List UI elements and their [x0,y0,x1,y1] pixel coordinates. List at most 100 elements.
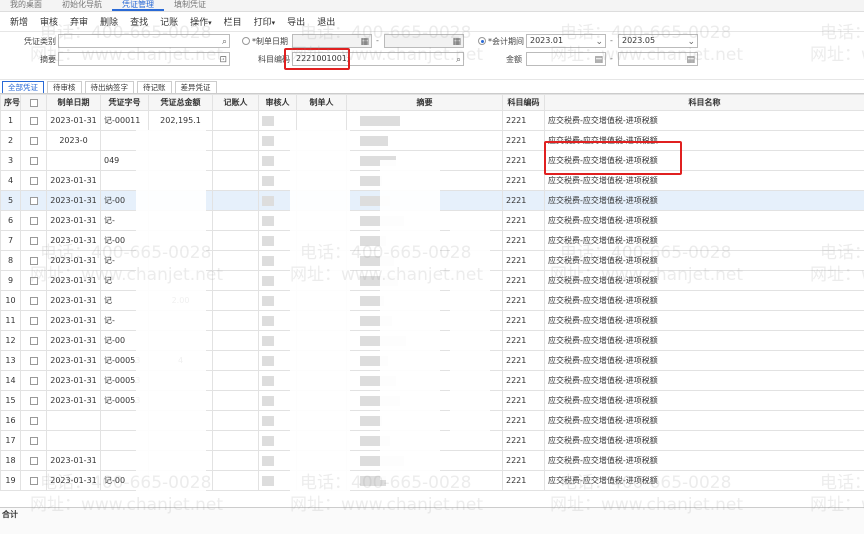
row-checkbox[interactable] [29,116,38,125]
table-row[interactable]: 19 2023-01-31 记-00 2221 应交税费-应交增值税-进项税额 [0,470,864,491]
row-number: 11 [0,310,21,331]
period-radio[interactable] [478,37,486,45]
row-checkbox[interactable] [29,476,38,485]
toolbar-button-9[interactable]: 导出 [281,15,311,28]
calculator-icon[interactable]: ▤ [686,54,695,66]
row-checkbox[interactable] [29,276,38,285]
column-header[interactable]: 凭证字号 [100,94,149,111]
toolbar-button-4[interactable]: 查找 [124,15,154,28]
toolbar-button-0[interactable]: 新增 [4,15,34,28]
tab-3[interactable]: 填制凭证 [164,0,216,11]
period-to-select[interactable]: 2023.05 ⌄ [618,34,698,48]
make-date-radio[interactable] [242,37,250,45]
column-header[interactable]: 记账人 [212,94,259,111]
summary-input[interactable]: ⊡ [58,52,230,66]
amount-from-input[interactable]: ▤ [526,52,606,66]
bookkeeper-cell [212,210,259,231]
table-row[interactable]: 5 2023-01-31 记-00 2221 应交税费-应交增值税-进项税额 [0,190,864,211]
toolbar-button-1[interactable]: 审核 [34,15,64,28]
calendar-icon[interactable]: ▦ [360,36,369,48]
table-row[interactable]: 16 2221 应交税费-应交增值税-进项税额 [0,410,864,431]
column-header[interactable]: 科目编码 [502,94,545,111]
table-row[interactable]: 2 2023-0 2221 应交税费-应交增值税-进项税额 [0,130,864,151]
column-header[interactable]: 制单人 [296,94,347,111]
row-checkbox[interactable] [29,436,38,445]
make-date-cell: 2023-01-31 [46,250,101,271]
row-checkbox[interactable] [29,336,38,345]
range-dash: - [610,54,613,63]
calculator-icon[interactable]: ▤ [594,54,603,66]
table-row[interactable]: 14 2023-01-31 记-00053 2221 应交税费-应交增值税-进项税额 [0,370,864,391]
table-row[interactable]: 7 2023-01-31 记-00 2221 应交税费-应交增值税-进项税额 [0,230,864,251]
bookkeeper-cell [212,170,259,191]
make-date-to[interactable]: ▦ [384,34,464,48]
total-amount-cell [148,170,213,191]
table-row[interactable]: 4 2023-01-31 2221 应交税费-应交增值税-进项税额 [0,170,864,191]
tab-2[interactable]: 凭证管理 [112,0,164,11]
search-icon[interactable]: ⌕ [456,54,461,66]
table-row[interactable]: 6 2023-01-31 记- 2221 应交税费-应交增值税-进项税额 [0,210,864,231]
search-icon[interactable]: ⌕ [222,36,227,48]
row-checkbox[interactable] [29,456,38,465]
table-row[interactable]: 11 2023-01-31 记- 2221 应交税费-应交增值税-进项税额 [0,310,864,331]
toolbar-button-3[interactable]: 删除 [94,15,124,28]
column-header[interactable]: 序号 [0,94,21,111]
voucher-type-input[interactable]: ⌕ [58,34,230,48]
subtab-4[interactable]: 差异凭证 [174,81,217,93]
row-checkbox[interactable] [29,176,38,185]
row-checkbox[interactable] [29,196,38,205]
table-row[interactable]: 18 2023-01-31 2221 应交税费-应交增值税-进项税额 [0,450,864,471]
toolbar-button-6[interactable]: 操作▾ [184,15,218,28]
period-from-select[interactable]: 2023.01 ⌄ [526,34,606,48]
subtab-3[interactable]: 待记账 [137,81,172,93]
row-checkbox[interactable] [29,356,38,365]
toolbar-button-10[interactable]: 退出 [311,15,341,28]
row-checkbox[interactable] [29,396,38,405]
row-checkbox[interactable] [29,236,38,245]
voucher-number-cell: 记 [100,270,149,291]
table-row[interactable]: 13 2023-01-31 记-00053 4 2221 应交税费-应交增值税-进项税额 [0,350,864,371]
row-checkbox[interactable] [29,136,38,145]
table-row[interactable]: 17 2221 应交税费-应交增值税-进项税额 [0,430,864,451]
row-checkbox[interactable] [29,156,38,165]
tab-1[interactable]: 初始化导航 [52,0,112,11]
row-checkbox[interactable] [29,316,38,325]
subtab-1[interactable]: 待审核 [47,81,82,93]
table-row[interactable]: 3 049 2221 应交税费-应交增值税-进项税额 [0,150,864,171]
auditor-cell [258,250,297,271]
row-checkbox[interactable] [29,216,38,225]
column-header[interactable]: 制单日期 [46,94,101,111]
reference-icon[interactable]: ⊡ [219,54,227,66]
row-checkbox[interactable] [29,376,38,385]
auditor-cell [258,390,297,411]
column-header[interactable]: 科目名称 [544,94,864,111]
toolbar-button-7[interactable]: 栏目 [218,15,248,28]
make-date-from[interactable]: ▦ [292,34,372,48]
row-checkbox[interactable] [29,416,38,425]
column-header[interactable]: 审核人 [258,94,297,111]
row-checkbox[interactable] [29,296,38,305]
table-row[interactable]: 8 2023-01-31 记- 2221 应交税费-应交增值税-进项税额 [0,250,864,271]
toolbar-button-5[interactable]: 记账 [154,15,184,28]
table-row[interactable]: 1 2023-01-31 记-00011 202,195.1 2221 应交税费-应交增值… [0,110,864,131]
toolbar-button-2[interactable]: 弃审 [64,15,94,28]
bookkeeper-cell [212,250,259,271]
redacted-block [262,375,274,386]
tab-0[interactable]: 我的桌面 [0,0,52,11]
table-row[interactable]: 10 2023-01-31 记 2.00 2221 应交税费-应交增值税-进项税额 [0,290,864,311]
subtab-2[interactable]: 待出纳签字 [84,81,134,93]
make-date-cell: 2023-01-31 [46,370,101,391]
table-row[interactable]: 9 2023-01-31 记 2221 应交税费-应交增值税-进项税额 [0,270,864,291]
column-header[interactable]: 摘要 [346,94,503,111]
chevron-down-icon: ▾ [271,19,276,27]
column-header[interactable] [20,94,47,111]
table-row[interactable]: 12 2023-01-31 记-00 2221 应交税费-应交增值税-进项税额 [0,330,864,351]
row-checkbox[interactable] [29,256,38,265]
amount-to-input[interactable]: ▤ [618,52,698,66]
subtab-0[interactable]: 全部凭证 [2,81,44,93]
calendar-icon[interactable]: ▦ [452,36,461,48]
toolbar-button-8[interactable]: 打印▾ [248,15,282,28]
column-header[interactable]: 凭证总金额 [148,94,213,111]
select-all-checkbox[interactable] [29,98,38,107]
table-row[interactable]: 15 2023-01-31 记-00053 2221 应交税费-应交增值税-进项税额 [0,390,864,411]
